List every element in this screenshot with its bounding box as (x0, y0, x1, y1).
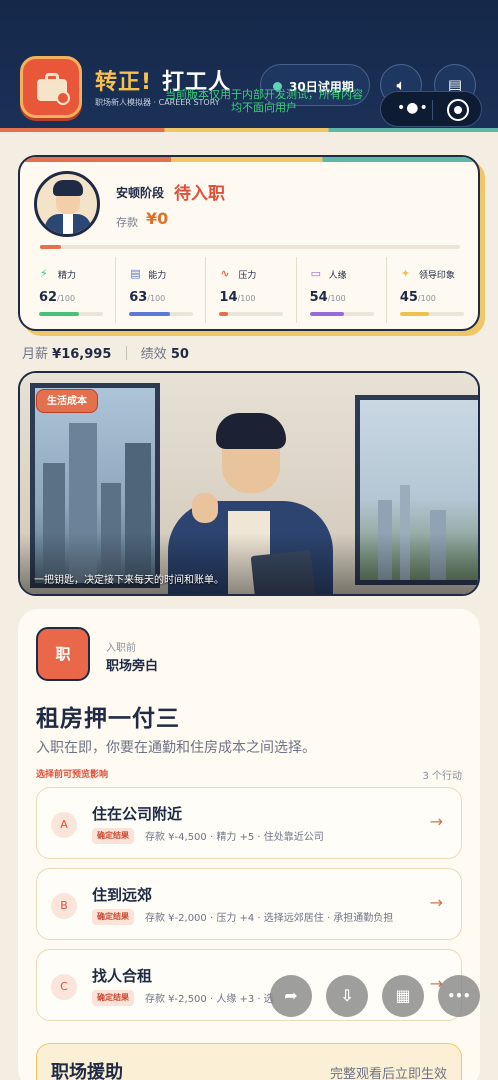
result-tag: 确定结果 (92, 828, 134, 844)
stat-bar (129, 312, 194, 316)
header-stripe (0, 128, 498, 132)
action-count: 3 个行动 (422, 771, 462, 782)
event-description: 入职在即，你要在通勤和住房成本之间选择。 (36, 740, 316, 756)
option-effects: 存款 ¥-2,000 · 压力 +4 · 选择远郊居住 · 承担通勤负担 (145, 913, 394, 924)
savings-label: 存款 (116, 216, 138, 229)
stat-bar (219, 312, 284, 316)
option-title: 住在公司附近 (92, 805, 183, 823)
stat-label: 人缘 (328, 271, 347, 281)
chat-icon: ▭ (310, 267, 322, 280)
more-button[interactable]: ••• (438, 975, 480, 1017)
option-title: 找人合租 (92, 967, 153, 985)
stat-value: 63/100 (129, 290, 166, 305)
option-letter: C (51, 974, 77, 1000)
briefcase-app-icon (20, 56, 82, 118)
more-icon: ••• (447, 989, 471, 1003)
stat-label: 压力 (238, 271, 257, 281)
stat-label: 能力 (148, 271, 167, 281)
pulse-icon: ∿ (220, 267, 230, 280)
option-a[interactable]: A 住在公司附近 确定结果 存款 ¥-4,500 · 精力 +5 · 住处靠近公… (36, 787, 462, 859)
download-button[interactable]: ⇩ (326, 975, 368, 1017)
savings-value: ¥0 (146, 209, 169, 228)
stat-bar (39, 312, 103, 316)
briefcase-icon: ▤ (130, 267, 141, 280)
stage-label: 安顿阶段 (116, 186, 165, 200)
stat-4: ✦ 领导印象 45/100 (385, 257, 476, 323)
share-icon: ➦ (284, 986, 298, 1005)
preview-hint: 选择前可预览影响 (36, 770, 109, 780)
stat-value: 54/100 (309, 290, 346, 305)
app-header: 转正! 打工人 职场新人模拟器 · CAREER STORY 30日试用期 🔈︎… (0, 0, 498, 132)
stat-bar (399, 312, 464, 316)
result-tag: 确定结果 (92, 990, 134, 1006)
app-title-part1: 转正! (95, 70, 153, 95)
dev-notice: 当前版本仅用于内部开发测试，所有内容均不面向用户 (165, 88, 363, 114)
event-pre-label: 入职前 (106, 643, 136, 654)
stat-0: ⚡ 精力 62/100 (26, 257, 115, 323)
mini-program-capsule: •●• (380, 91, 482, 127)
stage-value: 待入职 (174, 184, 225, 204)
event-badge: 职 (36, 627, 90, 681)
event-source: 职场旁白 (106, 659, 159, 674)
option-title: 住到远郊 (92, 886, 153, 904)
avatar[interactable] (34, 171, 100, 237)
download-icon: ⇩ (340, 986, 354, 1005)
option-effects: 存款 ¥-4,500 · 精力 +5 · 住处靠近公司 (145, 832, 324, 843)
event-title: 租房押一付三 (36, 706, 180, 732)
scene-tag: 生活成本 (36, 389, 98, 413)
target-icon[interactable] (447, 99, 469, 121)
workplace-aid-card[interactable]: 职场援助 完整观看后立即生效 (36, 1043, 462, 1080)
stat-2: ∿ 压力 14/100 (205, 257, 295, 323)
option-letter: A (51, 812, 77, 838)
scene-caption: 一把钥匙，决定接下来每天的时间和账单。 (34, 575, 224, 586)
grid-icon: ▦ (395, 986, 411, 1005)
scene-illustration: 生活成本 一把钥匙，决定接下来每天的时间和账单。 (18, 371, 480, 596)
bolt-icon: ⚡ (40, 267, 48, 280)
salary-row: 月薪 ¥16,995 绩效 50 (22, 343, 189, 362)
stage-progress-bar (40, 245, 460, 249)
stat-value: 62/100 (39, 290, 76, 305)
performance-label: 绩效 (140, 347, 167, 362)
more-menu-icon[interactable]: •●• (397, 100, 429, 116)
salary-label: 月薪 (22, 347, 49, 362)
performance-value: 50 (170, 347, 189, 362)
stat-label: 领导印象 (418, 271, 455, 281)
stat-3: ▭ 人缘 54/100 (295, 257, 386, 323)
arrow-right-icon: → (429, 812, 443, 831)
result-tag: 确定结果 (92, 909, 134, 925)
option-letter: B (51, 893, 77, 919)
stats-row: ⚡ 精力 62/100 ▤ 能力 63/100 ∿ 压力 14/100 ▭ 人缘 54/100 ✦ 领导印… (26, 257, 476, 323)
aid-hint: 完整观看后立即生效 (329, 1067, 447, 1080)
stat-value: 14/100 (219, 290, 256, 305)
salary-value: ¥16,995 (52, 347, 112, 362)
aid-title: 职场援助 (51, 1062, 123, 1080)
stat-label: 精力 (58, 271, 77, 281)
grid-button[interactable]: ▦ (382, 975, 424, 1017)
share-button[interactable]: ➦ (270, 975, 312, 1017)
stat-value: 45/100 (399, 290, 436, 305)
stat-bar (309, 312, 374, 316)
star-icon: ✦ (400, 267, 411, 280)
stat-1: ▤ 能力 63/100 (115, 257, 205, 323)
arrow-right-icon: → (429, 893, 443, 912)
profile-card: 安顿阶段 待入职 存款 ¥0 ⚡ 精力 62/100 ▤ 能力 63/100 ∿ 压力 14/1… (18, 155, 480, 331)
option-b[interactable]: B 住到远郊 确定结果 存款 ¥-2,000 · 压力 +4 · 选择远郊居住 … (36, 868, 462, 940)
option-effects: 存款 ¥-2,500 · 人缘 +3 · 选 (145, 994, 274, 1005)
